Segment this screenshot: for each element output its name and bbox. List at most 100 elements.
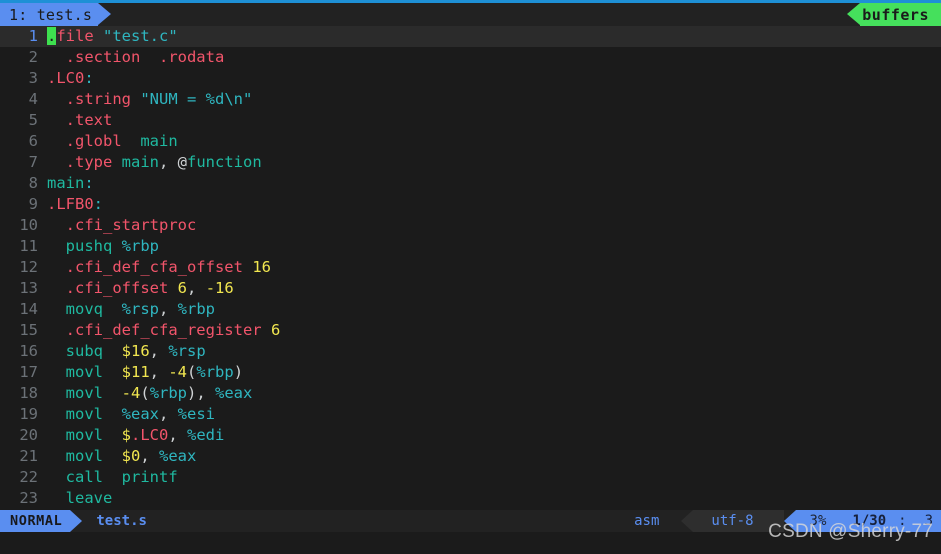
code-line[interactable]: 16 subq $16, %rsp xyxy=(0,341,941,362)
code-token-pun xyxy=(262,321,271,339)
code-line[interactable]: 3 .LC0: xyxy=(0,68,941,89)
code-line[interactable]: 10 .cfi_startproc xyxy=(0,215,941,236)
code-line[interactable]: 19 movl %eax, %esi xyxy=(0,404,941,425)
code-token-dir: .string xyxy=(47,90,131,108)
code-line[interactable]: 22 call printf xyxy=(0,467,941,488)
code-line[interactable]: 1 .file "test.c" xyxy=(0,26,941,47)
line-number: 6 xyxy=(28,132,38,150)
code-token-ins: call xyxy=(47,468,103,486)
code-token-pun: , xyxy=(159,300,178,318)
code-line-text: movl $0, %eax xyxy=(38,446,941,467)
status-line-number: 1/30 xyxy=(836,510,893,532)
code-token-num: $11 xyxy=(121,363,150,381)
code-line-text: .string "NUM = %d\n" xyxy=(38,89,941,110)
buffers-powerline-arrow-icon xyxy=(847,3,861,25)
code-token-dir: .globl xyxy=(47,132,122,150)
code-token-col: : xyxy=(84,174,94,192)
line-number: 16 xyxy=(19,342,38,360)
code-token-ins: leave xyxy=(47,489,113,507)
code-line[interactable]: 4 .string "NUM = %d\n" xyxy=(0,89,941,110)
code-line[interactable]: 21 movl $0, %eax xyxy=(0,446,941,467)
code-line-text: .cfi_def_cfa_register 6 xyxy=(38,320,941,341)
code-token-pun xyxy=(103,300,122,318)
code-line-text: .section .rodata xyxy=(38,47,941,68)
line-number: 15 xyxy=(19,321,38,339)
code-token-reg: %eax xyxy=(215,384,253,402)
code-line-text: leave xyxy=(38,488,941,509)
code-token-idn: printf xyxy=(121,468,178,486)
code-token-ins: movl xyxy=(47,405,103,423)
code-line[interactable]: 13 .cfi_offset 6, -16 xyxy=(0,278,941,299)
code-token-num: $0 xyxy=(121,447,141,465)
code-token-ins: pushq xyxy=(47,237,113,255)
code-token-pun: , xyxy=(149,363,169,381)
code-line-text: .cfi_def_cfa_offset 16 xyxy=(38,257,941,278)
code-token-ins: movl xyxy=(47,384,103,402)
status-mode-arrow-icon xyxy=(70,510,83,532)
code-line[interactable]: 7 .type main, @function xyxy=(0,152,941,173)
code-token-idn: function xyxy=(187,153,262,171)
code-line[interactable]: 14 movq %rsp, %rbp xyxy=(0,299,941,320)
code-line[interactable]: 11 pushq %rbp xyxy=(0,236,941,257)
code-token-num: 6 xyxy=(270,321,281,339)
command-line[interactable] xyxy=(0,532,941,554)
code-token-pun: , xyxy=(140,447,160,465)
code-token-dir: .type xyxy=(47,153,113,171)
code-token-str: "test.c" xyxy=(103,27,178,45)
code-line[interactable]: 9 .LFB0: xyxy=(0,194,941,215)
code-line[interactable]: 12 .cfi_def_cfa_offset 16 xyxy=(0,257,941,278)
line-number: 20 xyxy=(19,426,38,444)
code-token-pun xyxy=(243,258,252,276)
code-line-text: .LFB0: xyxy=(38,194,941,215)
line-number: 17 xyxy=(19,363,38,381)
code-line[interactable]: 18 movl -4(%rbp), %eax xyxy=(0,383,941,404)
buffers-button[interactable]: buffers xyxy=(860,3,941,26)
status-encoding-arrow-icon xyxy=(681,510,694,532)
text-cursor: . xyxy=(47,27,57,45)
line-number: 21 xyxy=(19,447,38,465)
code-token-reg: %eax xyxy=(159,447,197,465)
code-line[interactable]: 20 movl $.LC0, %edi xyxy=(0,425,941,446)
status-encoding: utf-8 xyxy=(693,510,784,532)
status-column-number-label: 3 xyxy=(924,513,933,529)
code-line[interactable]: 8 main: xyxy=(0,173,941,194)
code-line[interactable]: 17 movl $11, -4(%rbp) xyxy=(0,362,941,383)
code-line[interactable]: 23 leave xyxy=(0,488,941,509)
tab-powerline-arrow-icon xyxy=(98,3,112,25)
tabline-spacer xyxy=(111,3,847,26)
code-token-reg: %rsp xyxy=(168,342,206,360)
code-line-text: call printf xyxy=(38,467,941,488)
status-scroll-percent: 3% xyxy=(795,510,837,532)
code-line-text: .cfi_offset 6, -16 xyxy=(38,278,941,299)
code-line-text: movl %eax, %esi xyxy=(38,404,941,425)
tab-active-buffer[interactable]: 1: test.s xyxy=(0,3,99,26)
tab-label: 1: test.s xyxy=(9,5,93,24)
code-token-pun xyxy=(168,279,177,297)
code-token-col: : xyxy=(84,69,94,87)
nvim-window: 1: test.s buffers 1 .file "test.c" 2 .sect… xyxy=(0,0,941,554)
code-token-dir: .text xyxy=(47,111,113,129)
line-number: 11 xyxy=(19,237,38,255)
code-line[interactable]: 2 .section .rodata xyxy=(0,47,941,68)
code-token-ins: movq xyxy=(47,300,103,318)
code-token-reg: %rbp xyxy=(149,384,188,402)
code-line[interactable]: 6 .globl main xyxy=(0,131,941,152)
line-number: 5 xyxy=(28,111,38,129)
code-line-text: subq $16, %rsp xyxy=(38,341,941,362)
code-token-pun: , xyxy=(187,279,206,297)
code-token-pun xyxy=(103,447,122,465)
code-token-pun: , xyxy=(159,153,178,171)
code-line-text: .text xyxy=(38,110,941,131)
code-token-ins: movl xyxy=(47,447,103,465)
code-token-num: -16 xyxy=(205,279,234,297)
code-line[interactable]: 15 .cfi_def_cfa_register 6 xyxy=(0,320,941,341)
code-token-dir: .section .rodata xyxy=(47,48,225,66)
code-line[interactable]: 5 .text xyxy=(0,110,941,131)
status-mode-indicator: NORMAL xyxy=(0,510,71,532)
line-number: 13 xyxy=(19,279,38,297)
code-line-text: main: xyxy=(38,173,941,194)
code-editor[interactable]: 1 .file "test.c" 2 .section .rodata 3 .LC0: 4… xyxy=(0,26,941,510)
line-number: 2 xyxy=(28,48,38,66)
code-token-num: 16 xyxy=(252,258,271,276)
code-token-ins: movl xyxy=(47,363,103,381)
